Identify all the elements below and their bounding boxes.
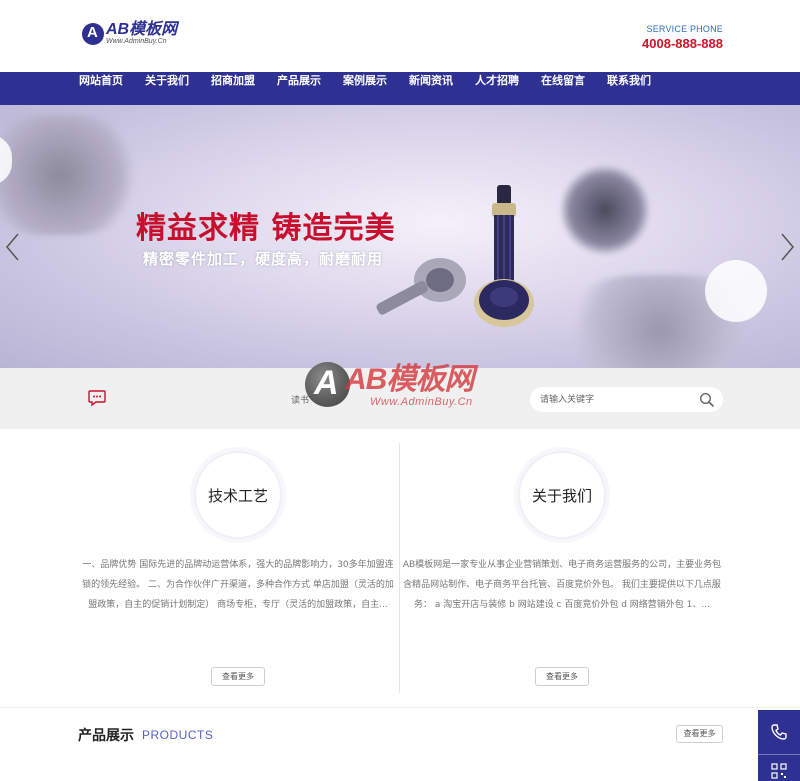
banner-title: 精益求精 铸造完美	[136, 211, 396, 246]
view-more-button[interactable]: 查看更多	[535, 667, 589, 686]
intro-title: 关于我们	[531, 486, 592, 505]
products-more-button[interactable]: 查看更多	[676, 725, 723, 743]
section-title: 产品展示	[78, 728, 134, 744]
intro-circle: 技术工艺	[194, 451, 282, 539]
logo-title: AB模板网	[106, 21, 178, 38]
main-nav: 网站首页 关于我们 招商加盟 产品展示 案例展示 新闻资讯 人才招聘 在线留言 …	[0, 72, 800, 105]
column-divider	[399, 443, 400, 693]
intro-circle: 关于我们	[518, 451, 606, 539]
site-header: AB模板网 Www.AdminBuy.Cn SERVICE PHONE 4008…	[0, 0, 800, 72]
chevron-right-icon[interactable]	[778, 232, 796, 262]
products-section: 产品展示 PRODUCTS 查看更多	[0, 707, 800, 781]
nav-item-cases[interactable]: 案例展示	[332, 72, 398, 105]
nav-item-message[interactable]: 在线留言	[530, 72, 596, 105]
service-phone-number: 4008-888-888	[642, 36, 723, 51]
phone-icon[interactable]	[770, 723, 788, 741]
nav-item-contact[interactable]: 联系我们	[596, 72, 662, 105]
watermark: AB模板网 Www.AdminBuy.Cn	[305, 352, 505, 427]
hero-banner: 精益求精 铸造完美 精密零件加工，硬度高，耐磨耐用	[0, 105, 800, 368]
message-icon[interactable]	[88, 390, 106, 406]
chevron-left-icon[interactable]	[4, 232, 22, 262]
logo-mark-icon	[82, 23, 104, 45]
nav-item-about[interactable]: 关于我们	[134, 72, 200, 105]
intro-title: 技术工艺	[207, 486, 268, 505]
cv-joint-image	[474, 185, 534, 327]
floating-contact-bar	[758, 710, 800, 781]
watermark-title: AB模板网	[345, 363, 474, 396]
logo-subtitle: Www.AdminBuy.Cn	[106, 38, 167, 45]
site-logo[interactable]: AB模板网 Www.AdminBuy.Cn	[82, 22, 177, 46]
intro-text: 一、品牌优势 国际先进的品牌动运营体系，强大的品牌影响力，30多年加盟连锁的领先…	[82, 560, 394, 610]
axle-image	[376, 258, 466, 315]
search-input[interactable]	[540, 387, 690, 412]
nav-item-home[interactable]: 网站首页	[68, 72, 134, 105]
banner-subtitle: 精密零件加工，硬度高，耐磨耐用	[143, 250, 384, 268]
watermark-logo-icon	[305, 362, 350, 407]
banner-decor-dot	[705, 260, 767, 322]
intro-section: 技术工艺 一、品牌优势 国际先进的品牌动运营体系，强大的品牌影响力，30多年加盟…	[0, 429, 800, 707]
nav-item-news[interactable]: 新闻资讯	[398, 72, 464, 105]
qrcode-icon[interactable]	[771, 763, 787, 779]
section-title-en: PRODUCTS	[142, 728, 214, 742]
service-phone-block: SERVICE PHONE 4008-888-888	[642, 24, 723, 51]
nav-item-franchise[interactable]: 招商加盟	[200, 72, 266, 105]
float-divider	[758, 754, 800, 755]
banner-decor-part	[560, 165, 650, 255]
banner-decor-part	[0, 115, 140, 235]
search-icon[interactable]	[699, 392, 715, 408]
view-more-button[interactable]: 查看更多	[211, 667, 265, 686]
service-phone-label: SERVICE PHONE	[646, 24, 723, 34]
intro-text: AB模板网是一家专业从事企业营销策划、电子商务运营服务的公司，主要业务包含精品网…	[402, 560, 722, 610]
nav-item-products[interactable]: 产品展示	[266, 72, 332, 105]
watermark-subtitle: Www.AdminBuy.Cn	[370, 396, 473, 408]
nav-item-jobs[interactable]: 人才招聘	[464, 72, 530, 105]
search-box	[530, 387, 723, 412]
